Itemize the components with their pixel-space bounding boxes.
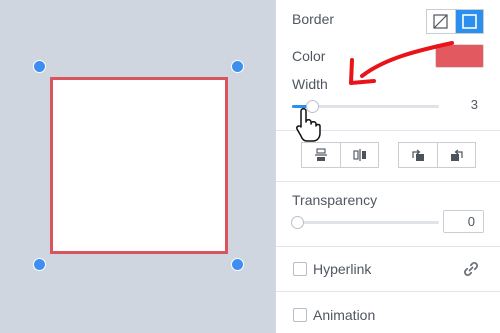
divider bbox=[276, 130, 500, 131]
border-toggle bbox=[426, 9, 484, 34]
resize-handle-bottom-left[interactable] bbox=[33, 258, 46, 271]
no-border-icon[interactable] bbox=[427, 10, 455, 33]
hyperlink-checkbox[interactable] bbox=[293, 262, 307, 276]
divider bbox=[276, 181, 500, 182]
hyperlink-label: Hyperlink bbox=[313, 261, 372, 277]
selected-square-shape[interactable] bbox=[50, 77, 228, 254]
resize-handle-bottom-right[interactable] bbox=[231, 258, 244, 271]
solid-border-icon[interactable] bbox=[454, 10, 483, 33]
transparency-label: Transparency bbox=[292, 192, 378, 208]
link-icon[interactable] bbox=[462, 260, 480, 283]
align-bottom-icon[interactable] bbox=[302, 143, 340, 167]
resize-handle-top-left[interactable] bbox=[33, 60, 46, 73]
transparency-slider-thumb[interactable] bbox=[291, 216, 304, 229]
align-button-group bbox=[301, 142, 379, 168]
animation-checkbox[interactable] bbox=[293, 308, 307, 322]
width-value: 3 bbox=[470, 97, 478, 112]
rotate-button-group bbox=[398, 142, 476, 168]
transparency-slider[interactable] bbox=[292, 221, 439, 224]
rotate-right-icon[interactable] bbox=[437, 143, 475, 167]
transparency-input[interactable]: 0 bbox=[443, 210, 484, 233]
divider bbox=[276, 291, 500, 292]
canvas[interactable] bbox=[0, 0, 275, 333]
border-label: Border bbox=[292, 11, 335, 27]
align-center-icon[interactable] bbox=[340, 143, 378, 167]
divider bbox=[276, 246, 500, 247]
rotate-left-icon[interactable] bbox=[399, 143, 437, 167]
resize-handle-top-right[interactable] bbox=[231, 60, 244, 73]
border-color-swatch[interactable] bbox=[435, 44, 484, 68]
width-label: Width bbox=[292, 76, 328, 92]
width-slider-thumb[interactable] bbox=[306, 100, 319, 113]
properties-panel: Border Color Width 3 Transparency 0 Hype… bbox=[275, 0, 500, 333]
animation-label: Animation bbox=[313, 307, 376, 323]
color-label: Color bbox=[292, 48, 326, 64]
